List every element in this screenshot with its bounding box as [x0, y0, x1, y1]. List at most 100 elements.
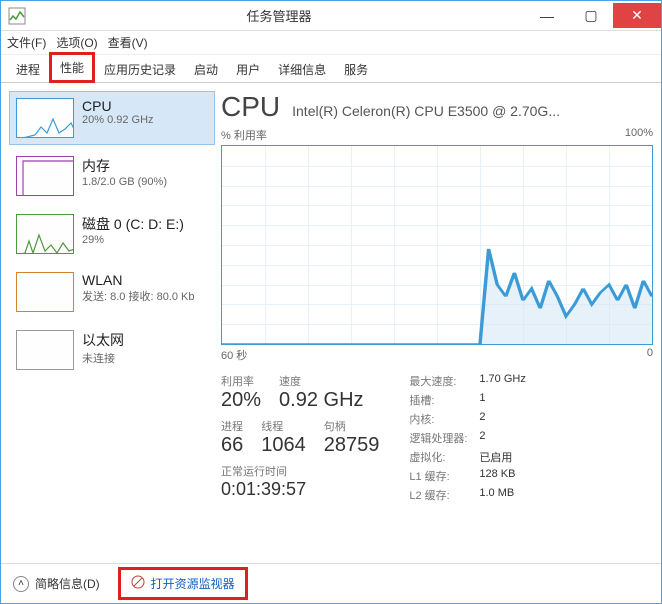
- stat: 速度0.92 GHz: [279, 373, 363, 412]
- spec-row: 插槽:1: [409, 392, 525, 408]
- stat: 利用率20%: [221, 373, 261, 412]
- detail-subtitle: Intel(R) Celeron(R) CPU E3500 @ 2.70G...: [292, 103, 560, 119]
- sidebar-item-sub: 20% 0.92 GHz: [82, 114, 154, 126]
- tab-6[interactable]: 服务: [335, 56, 377, 83]
- spec-key: 内核:: [409, 411, 479, 427]
- tab-0[interactable]: 进程: [7, 56, 49, 83]
- stats-left: 利用率20%速度0.92 GHz进程66线程1064句柄28759正常运行时间0…: [221, 373, 379, 503]
- maximize-button[interactable]: ▢: [569, 3, 613, 28]
- spec-value: 1.0 MB: [479, 487, 514, 503]
- sidebar-item-2[interactable]: 磁盘 0 (C: D: E:)29%: [9, 207, 215, 261]
- spec-value: 2: [479, 430, 485, 446]
- stat: 进程66: [221, 418, 243, 457]
- uptime-value: 0:01:39:57: [221, 479, 379, 500]
- sparkline-icon: [16, 214, 74, 254]
- stats: 利用率20%速度0.92 GHz进程66线程1064句柄28759正常运行时间0…: [221, 373, 653, 503]
- stat-label: 句柄: [324, 418, 380, 434]
- chart-x-axis: 60 秒 0: [221, 347, 653, 363]
- stat: 句柄28759: [324, 418, 380, 457]
- stat-label: 进程: [221, 418, 243, 434]
- detail-title: CPU: [221, 91, 280, 123]
- app-icon: [7, 6, 27, 26]
- sidebar-item-title: 磁盘 0 (C: D: E:): [82, 214, 184, 234]
- spec-row: 内核:2: [409, 411, 525, 427]
- stat-label: 速度: [279, 373, 363, 389]
- menubar: 文件(F) 选项(O) 查看(V): [1, 31, 661, 55]
- sidebar-item-title: WLAN: [82, 272, 195, 288]
- spec-value: 1: [479, 392, 485, 408]
- uptime-label: 正常运行时间: [221, 463, 379, 479]
- tab-2[interactable]: 应用历史记录: [95, 56, 185, 83]
- sidebar-item-sub: 未连接: [82, 350, 124, 366]
- tab-3[interactable]: 启动: [185, 56, 227, 83]
- sidebar-item-title: 内存: [82, 156, 167, 176]
- sidebar-item-4[interactable]: 以太网未连接: [9, 323, 215, 377]
- tab-5[interactable]: 详细信息: [269, 56, 335, 83]
- spec-row: 逻辑处理器:2: [409, 430, 525, 446]
- stat-label: 利用率: [221, 373, 261, 389]
- util-label: % 利用率: [221, 127, 267, 143]
- sidebar-item-1[interactable]: 内存1.8/2.0 GB (90%): [9, 149, 215, 203]
- fewer-details-label: 简略信息(D): [35, 575, 100, 592]
- stat: 线程1064: [261, 418, 306, 457]
- util-max: 100%: [625, 127, 653, 143]
- menu-view[interactable]: 查看(V): [108, 34, 148, 51]
- x-left: 60 秒: [221, 347, 247, 363]
- spec-row: L2 缓存:1.0 MB: [409, 487, 525, 503]
- cpu-chart: [221, 145, 653, 345]
- minimize-button[interactable]: —: [525, 3, 569, 28]
- tab-4[interactable]: 用户: [227, 56, 269, 83]
- footer: ˄ 简略信息(D) 打开资源监视器: [1, 563, 661, 603]
- spec-value: 2: [479, 411, 485, 427]
- stat-label: 线程: [261, 418, 306, 434]
- spec-key: 插槽:: [409, 392, 479, 408]
- menu-file[interactable]: 文件(F): [7, 34, 46, 51]
- window-buttons: — ▢ ✕: [525, 3, 661, 28]
- spec-value: 已启用: [479, 449, 512, 465]
- chart-top-labels: % 利用率 100%: [221, 127, 653, 143]
- spec-key: 虚拟化:: [409, 449, 479, 465]
- stat-value: 66: [221, 434, 243, 457]
- stat-row: 进程66 线程1064 句柄28759: [221, 418, 379, 457]
- sidebar-item-title: 以太网: [82, 330, 124, 350]
- spec-key: 最大速度:: [409, 373, 479, 389]
- sparkline-icon: [16, 156, 74, 196]
- sparkline-icon: [16, 98, 74, 138]
- close-button[interactable]: ✕: [613, 3, 661, 28]
- stat-value: 20%: [221, 389, 261, 412]
- open-resource-monitor-link[interactable]: 打开资源监视器: [118, 567, 248, 600]
- sidebar-item-sub: 发送: 8.0 接收: 80.0 Kb: [82, 288, 195, 304]
- titlebar: 任务管理器 — ▢ ✕: [1, 1, 661, 31]
- fewer-details-button[interactable]: ˄ 简略信息(D): [13, 575, 100, 592]
- tab-1[interactable]: 性能: [49, 52, 95, 83]
- spec-row: L1 缓存:128 KB: [409, 468, 525, 484]
- stat-value: 1064: [261, 434, 306, 457]
- menu-options[interactable]: 选项(O): [56, 34, 97, 51]
- window-title: 任务管理器: [33, 6, 525, 25]
- spec-key: 逻辑处理器:: [409, 430, 479, 446]
- main-panel: CPU Intel(R) Celeron(R) CPU E3500 @ 2.70…: [221, 91, 653, 555]
- main-header: CPU Intel(R) Celeron(R) CPU E3500 @ 2.70…: [221, 91, 653, 123]
- body: CPU20% 0.92 GHz 内存1.8/2.0 GB (90%) 磁盘 0 …: [1, 83, 661, 563]
- sidebar-item-0[interactable]: CPU20% 0.92 GHz: [9, 91, 215, 145]
- stat-value: 28759: [324, 434, 380, 457]
- sidebar-item-sub: 1.8/2.0 GB (90%): [82, 176, 167, 188]
- spec-value: 128 KB: [479, 468, 515, 484]
- sparkline-icon: [16, 330, 74, 370]
- spec-row: 虚拟化:已启用: [409, 449, 525, 465]
- spec-key: L2 缓存:: [409, 487, 479, 503]
- spec-row: 最大速度:1.70 GHz: [409, 373, 525, 389]
- sidebar: CPU20% 0.92 GHz 内存1.8/2.0 GB (90%) 磁盘 0 …: [9, 91, 215, 555]
- x-right: 0: [647, 347, 653, 363]
- stat-value: 0.92 GHz: [279, 389, 363, 412]
- sidebar-item-3[interactable]: WLAN发送: 8.0 接收: 80.0 Kb: [9, 265, 215, 319]
- task-manager-window: 任务管理器 — ▢ ✕ 文件(F) 选项(O) 查看(V) 进程性能应用历史记录…: [0, 0, 662, 604]
- resmon-label: 打开资源监视器: [151, 575, 235, 592]
- spec-value: 1.70 GHz: [479, 373, 525, 389]
- sidebar-item-sub: 29%: [82, 234, 184, 246]
- resmon-icon: [131, 575, 145, 592]
- stat-row: 利用率20% 速度0.92 GHz: [221, 373, 379, 412]
- sparkline-icon: [16, 272, 74, 312]
- spec-key: L1 缓存:: [409, 468, 479, 484]
- tabbar: 进程性能应用历史记录启动用户详细信息服务: [1, 55, 661, 83]
